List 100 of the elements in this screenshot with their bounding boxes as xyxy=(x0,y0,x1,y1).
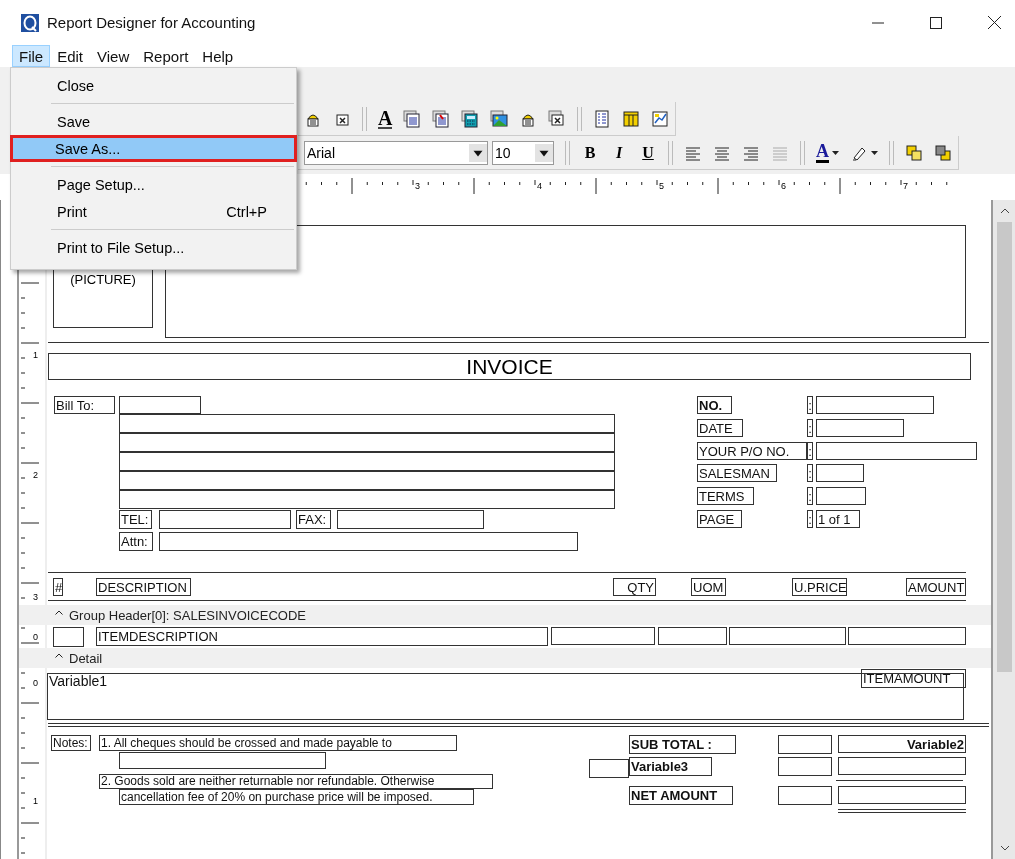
attn-field[interactable] xyxy=(159,532,578,551)
item-amount-field[interactable]: ITEMAMOUNT xyxy=(861,669,966,688)
menu-item[interactable]: Page Setup... xyxy=(13,171,294,198)
tel-field[interactable] xyxy=(159,510,291,529)
item-field[interactable] xyxy=(848,627,966,645)
total-label[interactable]: NET AMOUNT xyxy=(629,786,733,805)
colon-field[interactable]: : xyxy=(807,510,813,528)
info-label[interactable]: PAGE xyxy=(697,510,742,528)
caret-icon[interactable] xyxy=(55,609,63,615)
list-icon[interactable] xyxy=(593,109,612,128)
bill-to-label[interactable]: Bill To: xyxy=(54,396,115,414)
table-icon[interactable] xyxy=(622,109,641,128)
total-field[interactable] xyxy=(778,735,832,754)
format-button[interactable]: U xyxy=(639,143,657,162)
column-header[interactable]: # xyxy=(53,578,63,596)
format-button[interactable]: I xyxy=(610,143,628,162)
address-field[interactable] xyxy=(119,471,615,490)
menu-item[interactable]: File xyxy=(12,45,51,67)
menu-item[interactable]: Help xyxy=(195,45,241,67)
font-dropdown[interactable]: Arial xyxy=(304,140,488,165)
scroll-up-icon[interactable] xyxy=(999,208,1010,214)
band-header[interactable]: Group Header[0]: SALESINVOICECODE xyxy=(19,605,991,625)
document-icon[interactable] xyxy=(403,109,422,128)
note-text[interactable]: 2. Goods sold are neither returnable nor refundable. Otherwise xyxy=(99,774,493,789)
band-header[interactable]: Detail xyxy=(19,648,991,668)
total-value-field[interactable]: Variable2 xyxy=(838,735,966,753)
menu-item[interactable]: Edit xyxy=(50,45,91,67)
menu-item[interactable]: Save xyxy=(13,108,294,135)
menu-item[interactable]: Report xyxy=(136,45,196,67)
menu-item-label: Page Setup... xyxy=(57,176,145,193)
format-button[interactable]: B xyxy=(581,143,599,162)
menu-item[interactable]: Save As... xyxy=(10,135,297,162)
column-header[interactable]: U.PRICE xyxy=(792,578,847,596)
address-field[interactable] xyxy=(119,490,615,509)
info-field[interactable]: 1 of 1 xyxy=(816,510,860,528)
maximize-icon[interactable] xyxy=(930,16,942,29)
customer-code-field[interactable] xyxy=(119,396,201,414)
font-color-button[interactable]: A xyxy=(816,142,829,163)
colon-field[interactable]: : xyxy=(807,419,813,437)
document-delete-icon[interactable] xyxy=(548,109,567,128)
caret-icon[interactable] xyxy=(55,652,63,658)
fax-field[interactable] xyxy=(337,510,484,529)
colon-field[interactable]: : xyxy=(807,464,813,482)
item-field[interactable] xyxy=(551,627,655,645)
colon-field[interactable]: : xyxy=(807,442,813,460)
total-value-field[interactable] xyxy=(838,757,966,775)
total-value-field[interactable] xyxy=(838,786,966,804)
total-label[interactable]: Variable3 xyxy=(629,757,712,776)
info-field[interactable] xyxy=(816,464,864,482)
menu-item-label: Save As... xyxy=(55,140,121,157)
column-header[interactable]: DESCRIPTION xyxy=(96,578,191,596)
info-field[interactable] xyxy=(816,442,977,460)
column-header[interactable]: AMOUNT xyxy=(906,578,966,596)
info-label[interactable]: YOUR P/O NO. xyxy=(697,442,807,460)
document-edit-icon[interactable] xyxy=(432,109,451,128)
attn-label[interactable]: Attn: xyxy=(119,532,153,551)
close-icon[interactable] xyxy=(988,16,1001,29)
info-label[interactable]: TERMS xyxy=(697,487,754,505)
total-field[interactable] xyxy=(778,757,832,776)
info-label[interactable]: NO. xyxy=(697,396,732,414)
info-field[interactable] xyxy=(816,396,934,414)
info-field[interactable] xyxy=(816,419,904,437)
info-label[interactable]: DATE xyxy=(697,419,743,437)
text-tool-button[interactable]: A xyxy=(378,108,393,129)
menu-item[interactable]: Print Ctrl+P xyxy=(13,198,294,225)
send-to-back-icon[interactable] xyxy=(934,143,952,162)
chart-icon[interactable] xyxy=(651,109,670,128)
vertical-scrollbar[interactable] xyxy=(991,200,1015,859)
caret-icon[interactable] xyxy=(832,150,839,155)
colon-field[interactable]: : xyxy=(807,487,813,505)
column-header[interactable]: UOM xyxy=(691,578,726,596)
invoice-title[interactable]: INVOICE xyxy=(48,353,971,380)
caret-icon[interactable] xyxy=(871,150,878,155)
font-size-dropdown[interactable]: 10 xyxy=(492,140,554,165)
item-field[interactable] xyxy=(658,627,727,645)
address-field[interactable] xyxy=(119,452,615,471)
colon-field[interactable]: : xyxy=(807,396,813,414)
address-field[interactable] xyxy=(119,433,615,452)
tel-label[interactable]: TEL: xyxy=(119,510,152,529)
note-text[interactable]: cancellation fee of 20% on purchase price will be imposed. xyxy=(119,789,474,805)
address-field[interactable] xyxy=(119,414,615,433)
column-header[interactable]: QTY xyxy=(613,578,656,596)
info-label[interactable]: SALESMAN xyxy=(697,464,777,482)
scroll-down-icon[interactable] xyxy=(999,845,1010,851)
total-field[interactable] xyxy=(778,786,832,805)
info-field[interactable] xyxy=(816,487,866,505)
calculator-icon[interactable] xyxy=(461,109,480,128)
item-description-field[interactable]: ITEMDESCRIPTION xyxy=(96,627,548,646)
total-field[interactable] xyxy=(589,759,629,778)
line-number-field[interactable] xyxy=(53,627,84,647)
menu-item[interactable]: Close xyxy=(13,72,294,99)
fax-label[interactable]: FAX: xyxy=(296,510,331,529)
item-field[interactable] xyxy=(729,627,846,645)
bring-to-front-icon[interactable] xyxy=(905,143,923,162)
payee-field[interactable] xyxy=(119,752,326,769)
total-label[interactable]: SUB TOTAL : xyxy=(629,735,736,754)
menu-item[interactable]: View xyxy=(90,45,137,67)
notes-label[interactable]: Notes: xyxy=(51,735,91,751)
image-icon[interactable] xyxy=(490,109,509,128)
note-text[interactable]: 1. All cheques should be crossed and made payable to xyxy=(99,735,457,751)
